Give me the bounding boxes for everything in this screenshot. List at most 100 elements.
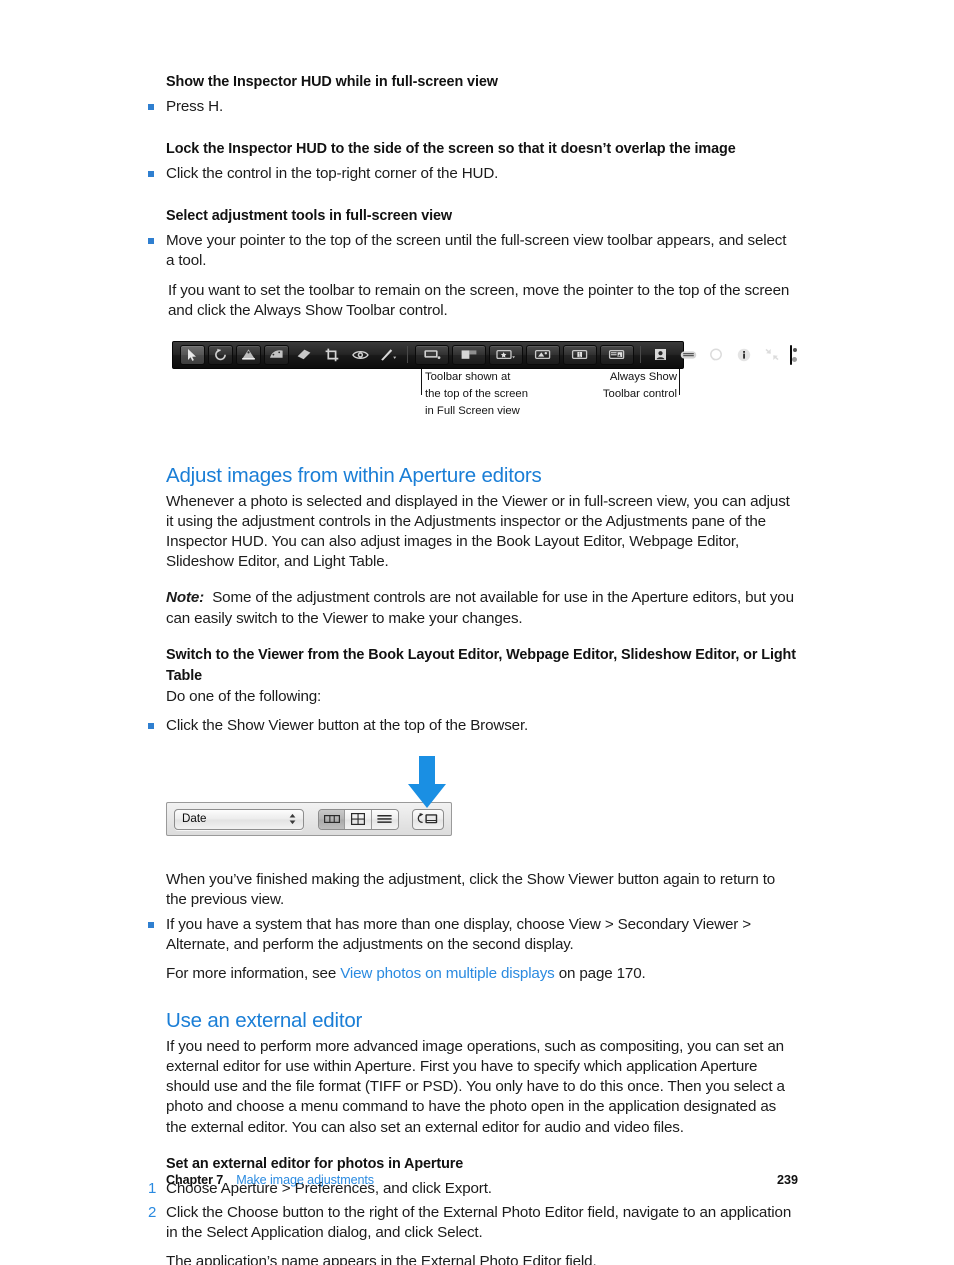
filmstrip-view-icon[interactable] <box>318 809 346 829</box>
show-viewer-icon <box>418 813 438 824</box>
external-editor-paragraph: If you need to perform more advanced ima… <box>166 1037 785 1136</box>
page-title-external-editor: Use an external editor <box>166 1009 363 1033</box>
browser-icon[interactable] <box>678 345 698 365</box>
note-text: Some of the adjustment controls are not … <box>166 589 794 627</box>
retouch-brush-icon <box>381 349 397 362</box>
task-heading-set-external-editor: Set an external editor for photos in Ape… <box>166 1155 464 1172</box>
flip-icon[interactable] <box>263 344 289 365</box>
retouch-brush-icon[interactable] <box>378 345 398 365</box>
crop-icon[interactable] <box>322 345 342 365</box>
grid-view-icon <box>350 813 365 826</box>
list-item-text: Click the Choose button to the right of … <box>166 1204 792 1242</box>
browser-icon <box>680 351 696 359</box>
keyword-icon[interactable] <box>525 344 560 365</box>
figure-fullscreen-toolbar: 1 Toolbar shown at the top of the screen… <box>172 337 797 429</box>
adjust-editors-paragraph: Whenever a photo is selected and display… <box>166 492 790 571</box>
footer-page-number: 239 <box>776 1173 798 1187</box>
quick-brush-icon[interactable] <box>414 344 449 365</box>
document-page: Show the Inspector HUD while in full-scr… <box>0 0 954 1265</box>
view-mode-segmented-control[interactable] <box>317 808 399 830</box>
list-item: Click the Show Viewer button at the top … <box>148 716 798 736</box>
bullet-icon <box>148 231 166 245</box>
red-eye-icon <box>351 350 369 359</box>
figure-browser-bar: Date <box>166 754 496 862</box>
inspector-icon[interactable] <box>650 345 670 365</box>
after-figure-paragraph: When you’ve finished making the adjustme… <box>166 871 776 909</box>
sort-by-popup-value: Date <box>182 812 207 826</box>
quick-brush-icon <box>423 350 440 360</box>
adjust-editors-note: Note: Some of the adjustment controls ar… <box>166 588 798 628</box>
list-item-text: Press H. <box>166 97 224 115</box>
callout-leader-left <box>421 368 422 395</box>
link-view-photos-multiple-displays[interactable]: View photos on multiple displays <box>340 965 555 982</box>
exit-fullscreen-icon[interactable] <box>762 345 782 365</box>
bullet-icon <box>148 164 166 177</box>
toolbar-divider <box>640 346 641 364</box>
list-item-number: 1 <box>148 1179 157 1197</box>
note-label: Note: <box>166 589 205 607</box>
info-icon <box>737 348 751 362</box>
bullet-icon <box>148 97 166 110</box>
svg-text:1: 1 <box>578 353 581 359</box>
inspector-icon <box>654 349 666 361</box>
straighten-icon <box>241 349 255 361</box>
effects-icon <box>461 350 476 360</box>
fullscreen-toolbar[interactable]: 1 <box>172 340 797 369</box>
page-title-adjust-editors: Adjust images from within Aperture edito… <box>166 463 542 487</box>
filmstrip-view-icon <box>323 815 340 824</box>
chevron-updown-icon <box>289 813 296 825</box>
page-content: Show the Inspector HUD while in full-scr… <box>148 72 798 1265</box>
external-editor-result: The application’s name appears in the Ex… <box>166 1253 597 1265</box>
task-heading-switch-viewer: Switch to the Viewer from the Book Layou… <box>166 646 796 684</box>
effects-icon[interactable] <box>451 344 486 365</box>
task-heading-select-tools: Select adjustment tools in full-screen v… <box>166 208 452 225</box>
task-heading-show-hud: Show the Inspector HUD while in full-scr… <box>166 74 498 90</box>
red-eye-icon[interactable] <box>350 345 370 365</box>
switch-viewer-lead-in: Do one of the following: <box>166 687 322 705</box>
list-item: Click the control in the top-right corne… <box>148 164 798 184</box>
list-item-number: 2 <box>148 1204 157 1221</box>
footer-chapter-title[interactable]: Make image adjustments <box>236 1173 374 1187</box>
list-item: 2 Click the Choose button to the right o… <box>148 1203 798 1243</box>
page-footer: Chapter 7 Make image adjustments 239 <box>166 1173 798 1187</box>
blue-down-arrow <box>408 756 446 809</box>
rating-icon[interactable] <box>488 344 523 365</box>
rotate-left-icon <box>214 349 226 361</box>
selection-arrow-icon[interactable] <box>179 344 205 365</box>
rating-icon <box>495 350 515 360</box>
loupe-icon[interactable] <box>706 345 726 365</box>
list-item-text: Click the control in the top-right corne… <box>166 164 499 182</box>
keyword-preset-icon: 1 <box>571 350 587 360</box>
footer-chapter-label: Chapter 7 <box>166 1173 224 1187</box>
lift-stamp-icon[interactable] <box>294 345 314 365</box>
bullet-icon <box>148 716 166 729</box>
callout-label-always-show: Always Show Toolbar control <box>602 370 677 401</box>
metadata-icon[interactable] <box>599 344 634 365</box>
straighten-icon[interactable] <box>235 344 261 365</box>
keyword-preset-icon[interactable]: 1 <box>562 344 597 365</box>
bullet-icon <box>148 915 166 928</box>
task-heading-lock-hud: Lock the Inspector HUD to the side of th… <box>166 141 736 158</box>
list-view-icon[interactable] <box>371 809 398 829</box>
grid-view-icon[interactable] <box>345 809 372 829</box>
selection-arrow-icon <box>187 348 196 361</box>
show-viewer-button[interactable] <box>411 808 444 830</box>
select-tools-note: If you want to set the toolbar to remain… <box>168 281 790 319</box>
list-item-text: If you have a system that has more than … <box>166 915 751 953</box>
rotate-left-icon[interactable] <box>207 344 233 365</box>
exit-fullscreen-icon <box>765 349 779 361</box>
info-icon[interactable] <box>734 345 754 365</box>
list-item-text: Move your pointer to the top of the scre… <box>166 232 787 270</box>
toolbar-divider <box>407 346 408 364</box>
loupe-icon <box>710 348 722 361</box>
always-show-toolbar-control[interactable] <box>790 344 797 365</box>
list-item: Press H. <box>148 97 798 117</box>
list-item-text: Click the Show Viewer button at the top … <box>166 716 529 734</box>
lift-stamp-icon <box>297 350 311 360</box>
sort-by-popup[interactable]: Date <box>174 808 304 830</box>
list-item: Move your pointer to the top of the scre… <box>148 231 798 271</box>
flip-icon <box>269 350 283 359</box>
list-item: If you have a system that has more than … <box>148 915 798 955</box>
callout-leader-right <box>679 368 680 395</box>
keyword-icon <box>534 350 550 360</box>
